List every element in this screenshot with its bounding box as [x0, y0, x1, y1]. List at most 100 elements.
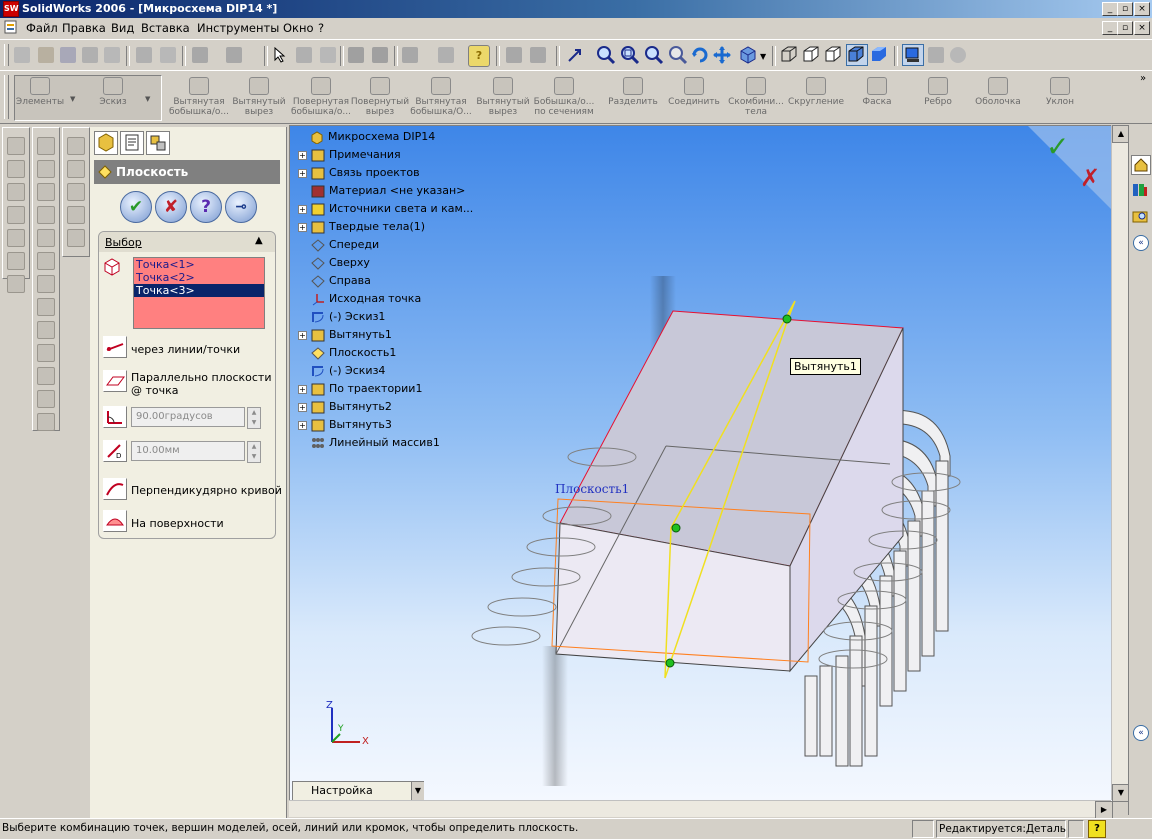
zoom-in-out-icon[interactable]	[644, 45, 664, 65]
undo-icon[interactable]	[192, 47, 208, 63]
options-icon[interactable]	[320, 47, 336, 63]
menu-edit[interactable]: Правка	[62, 21, 106, 35]
redo-icon[interactable]	[226, 47, 242, 63]
design-library-icon[interactable]	[1131, 181, 1149, 199]
feature-button-5[interactable]: Повернутый вырез	[348, 75, 412, 119]
vertical-tool-icon[interactable]	[7, 275, 25, 293]
menu-view[interactable]: Вид	[111, 21, 134, 35]
vertical-tool-icon[interactable]	[67, 160, 85, 178]
feature-button-8[interactable]: Бобышка/о... по сечениям	[532, 75, 596, 119]
vertical-tool-icon[interactable]	[37, 367, 55, 385]
tree-item[interactable]: + Вытянуть1	[298, 326, 392, 344]
on-surface-icon[interactable]	[103, 510, 127, 532]
chevron-down-icon[interactable]: ▼	[145, 95, 150, 103]
feature-manager-tab[interactable]	[94, 131, 118, 155]
minimize-button[interactable]: _	[1102, 2, 1118, 16]
shaded-icon[interactable]	[870, 45, 888, 63]
point-2[interactable]	[671, 523, 681, 533]
open-icon[interactable]	[38, 47, 54, 63]
vertical-tool-icon[interactable]	[7, 206, 25, 224]
new-document-icon[interactable]	[14, 47, 30, 63]
status-help-button[interactable]: ?	[1088, 820, 1106, 838]
ok-button[interactable]: ✔	[120, 191, 152, 223]
vertical-tool-icon[interactable]	[7, 160, 25, 178]
doc-minimize-button[interactable]: _	[1102, 21, 1118, 35]
offset-spinner[interactable]: ▲ ▼	[247, 441, 261, 463]
print-preview-icon[interactable]	[104, 47, 120, 63]
shadows-icon[interactable]	[902, 44, 924, 66]
tree-item[interactable]: + Твердые тела(1)	[298, 218, 425, 236]
tree-item[interactable]: Сверху	[298, 254, 370, 272]
smart-dimension-icon[interactable]	[530, 47, 546, 63]
table-icon[interactable]	[372, 47, 388, 63]
toolbar-grip[interactable]	[4, 44, 9, 66]
grid-icon[interactable]	[348, 47, 364, 63]
paste-icon[interactable]	[160, 47, 176, 63]
menu-tools[interactable]: Инструменты	[197, 21, 279, 35]
tree-item[interactable]: Материал <не указан>	[298, 182, 465, 200]
vertical-tool-icon[interactable]	[37, 298, 55, 316]
vertical-tool-icon[interactable]	[37, 390, 55, 408]
collapse-icon[interactable]: ▲	[255, 235, 263, 246]
expand-left-icon[interactable]: «	[1133, 725, 1149, 741]
tree-item[interactable]: + Вытянуть3	[298, 416, 392, 434]
vertical-tool-icon[interactable]	[37, 413, 55, 431]
feature-button-0[interactable]: Элементы ▼	[8, 75, 75, 119]
vertical-tool-icon[interactable]	[37, 206, 55, 224]
feature-button-16[interactable]: Уклон	[1028, 75, 1092, 119]
vertical-tool-icon[interactable]	[37, 160, 55, 178]
normal-to-curve-label[interactable]: Перпендикудярно кривой	[131, 484, 282, 497]
feature-button-4[interactable]: Повернутая бобышка/о...	[289, 75, 353, 119]
scroll-right-icon[interactable]: ▶	[1095, 801, 1113, 819]
hidden-lines-removed-icon[interactable]	[824, 45, 842, 63]
vertical-tool-icon[interactable]	[37, 344, 55, 362]
close-button[interactable]: ×	[1134, 2, 1150, 16]
rotate-view-icon[interactable]	[690, 45, 710, 65]
vertical-scrollbar[interactable]: ▲ ▼	[1111, 125, 1130, 802]
angle-spinner[interactable]: ▲ ▼	[247, 407, 261, 429]
help-button[interactable]: ?	[190, 191, 222, 223]
vertical-tool-icon[interactable]	[7, 229, 25, 247]
horizontal-scrollbar[interactable]: ▶	[289, 800, 1113, 819]
document-icon[interactable]	[4, 20, 18, 34]
expand-icon[interactable]: +	[298, 420, 307, 430]
vertical-tool-icon[interactable]	[67, 183, 85, 201]
vertical-tool-icon[interactable]	[7, 183, 25, 201]
feature-button-12[interactable]: Скругление	[784, 75, 848, 119]
tree-item[interactable]: + Связь проектов	[298, 164, 420, 182]
select-arrow-icon[interactable]	[274, 46, 286, 63]
feature-button-2[interactable]: Вытянутая бобышка/о...	[167, 75, 231, 119]
vertical-tool-icon[interactable]	[67, 137, 85, 155]
zoom-to-selection-icon[interactable]	[668, 45, 688, 65]
previous-view-icon[interactable]	[566, 46, 584, 64]
chevron-down-icon[interactable]: ▼	[411, 782, 424, 800]
expand-icon[interactable]: +	[298, 330, 307, 340]
cut-icon[interactable]	[136, 47, 152, 63]
property-manager-tab[interactable]	[120, 131, 144, 155]
tree-item[interactable]: Исходная точка	[298, 290, 421, 308]
doc-close-button[interactable]: ×	[1134, 21, 1150, 35]
perspective-icon[interactable]	[928, 47, 944, 63]
chevron-down-icon[interactable]: ▼	[70, 95, 75, 103]
selection-item[interactable]: Точка<1>	[134, 258, 264, 271]
vertical-tool-icon[interactable]	[37, 183, 55, 201]
menu-window[interactable]: Окно	[283, 21, 314, 35]
vertical-tool-icon[interactable]	[37, 275, 55, 293]
vertical-tool-icon[interactable]	[37, 229, 55, 247]
vertical-tool-icon[interactable]	[7, 252, 25, 270]
expand-icon[interactable]: +	[298, 384, 307, 394]
mass-properties-icon[interactable]	[438, 47, 454, 63]
menu-help[interactable]: ?	[318, 21, 324, 35]
through-lines-points-label[interactable]: через линии/точки	[131, 343, 240, 356]
maximize-button[interactable]: ▫	[1117, 2, 1133, 16]
chevron-down-icon[interactable]: ▼	[760, 52, 766, 61]
tree-item[interactable]: + Примечания	[298, 146, 401, 164]
zoom-to-area-icon[interactable]	[620, 45, 640, 65]
cancel-button[interactable]: ✘	[155, 191, 187, 223]
feature-button-6[interactable]: Вытянутая бобышка/О...	[409, 75, 473, 119]
configuration-dropdown[interactable]: Настройка ▼	[292, 781, 424, 801]
more-tools-icon[interactable]: »	[1140, 73, 1146, 84]
selection-item[interactable]: Точка<3>	[134, 284, 264, 297]
feature-button-15[interactable]: Оболочка	[966, 75, 1030, 119]
print-icon[interactable]	[82, 47, 98, 63]
